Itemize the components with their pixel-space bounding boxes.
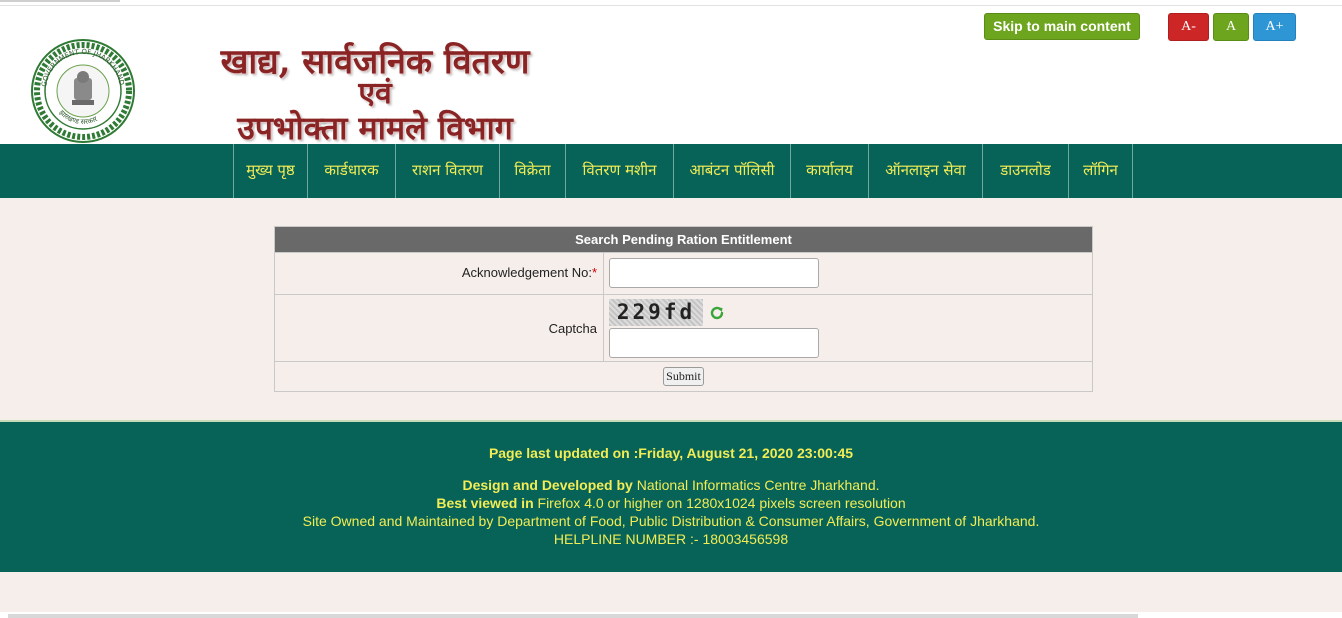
horizontal-scrollbar[interactable]: [0, 612, 1342, 618]
nav-item-distribution-machine[interactable]: वितरण मशीन: [566, 144, 674, 198]
submit-button[interactable]: Submit: [663, 367, 704, 386]
column-divider: [603, 253, 604, 294]
nav-item-download[interactable]: डाउनलोड: [983, 144, 1069, 198]
scrollbar-thumb[interactable]: [8, 614, 1138, 618]
font-decrease-button[interactable]: A-: [1168, 13, 1209, 41]
nav-item-online-service[interactable]: ऑनलाइन सेवा: [869, 144, 983, 198]
font-normal-button[interactable]: A: [1213, 13, 1249, 41]
last-updated-text: Page last updated on :Friday, August 21,…: [488, 445, 854, 461]
captcha-image: 229fd: [609, 299, 703, 326]
required-asterisk: *: [591, 265, 597, 280]
nav-item-dealer[interactable]: विक्रेता: [500, 144, 566, 198]
nav-item-home[interactable]: मुख्य पृष्ठ: [234, 144, 308, 198]
logo-line-2: एवं: [358, 76, 392, 111]
helpline-number: HELPLINE NUMBER :- 18003456598: [553, 531, 789, 547]
refresh-captcha-icon[interactable]: [709, 305, 725, 321]
department-logo-text: खाद्य, सार्वजनिक वितरण एवं उपभोक्ता मामल…: [190, 42, 570, 148]
column-divider: [603, 295, 604, 361]
main-navigation: मुख्य पृष्ठ कार्डधारक राशन वितरण विक्रेत…: [0, 144, 1342, 198]
acknowledgement-label-text: Acknowledgement No:: [461, 265, 592, 280]
captcha-label: Captcha: [548, 321, 597, 336]
site-footer: Page last updated on :Friday, August 21,…: [0, 420, 1342, 572]
captcha-input[interactable]: [609, 328, 819, 358]
jharkhand-emblem-icon: GOVERNMENT OF JHARKHAND झारखण्ड सरकार: [31, 39, 135, 143]
ownership-note: Site Owned and Maintained by Department …: [302, 513, 1040, 529]
form-row-captcha: Captcha 229fd: [275, 294, 1092, 361]
form-row-submit: Submit: [275, 361, 1092, 391]
nav-item-allocation-policy[interactable]: आबंटन पॉलिसी: [674, 144, 791, 198]
logo-line-3: उपभोक्ता मामले विभाग: [237, 109, 513, 147]
design-credit: Design and Developed by National Informa…: [0, 477, 1342, 493]
nav-item-cardholder[interactable]: कार्डधारक: [308, 144, 396, 198]
best-viewed-note: Best viewed in Firefox 4.0 or higher on …: [0, 495, 1342, 511]
acknowledgement-input[interactable]: [609, 258, 819, 288]
nav-item-login[interactable]: लॉगिन: [1069, 144, 1133, 198]
form-row-acknowledgement: Acknowledgement No:*: [275, 252, 1092, 294]
search-form: Search Pending Ration Entitlement Acknow…: [274, 226, 1093, 392]
font-increase-button[interactable]: A+: [1253, 13, 1296, 41]
best-viewed-bold: Best viewed in: [436, 495, 534, 511]
top-strip-segment: [0, 0, 120, 2]
nav-item-office[interactable]: कार्यालय: [791, 144, 869, 198]
site-header: GOVERNMENT OF JHARKHAND झारखण्ड सरकार खा…: [0, 6, 1342, 147]
design-credit-text: National Informatics Centre Jharkhand.: [632, 477, 880, 493]
design-credit-bold: Design and Developed by: [462, 477, 633, 493]
best-viewed-text: Firefox 4.0 or higher on 1280x1024 pixel…: [533, 495, 906, 511]
nav-item-ration-distribution[interactable]: राशन वितरण: [396, 144, 500, 198]
acknowledgement-label: Acknowledgement No:*: [462, 265, 597, 280]
nav-list: मुख्य पृष्ठ कार्डधारक राशन वितरण विक्रेत…: [233, 144, 1133, 198]
form-title: Search Pending Ration Entitlement: [275, 227, 1092, 252]
skip-to-main-content-button[interactable]: Skip to main content: [984, 13, 1140, 40]
